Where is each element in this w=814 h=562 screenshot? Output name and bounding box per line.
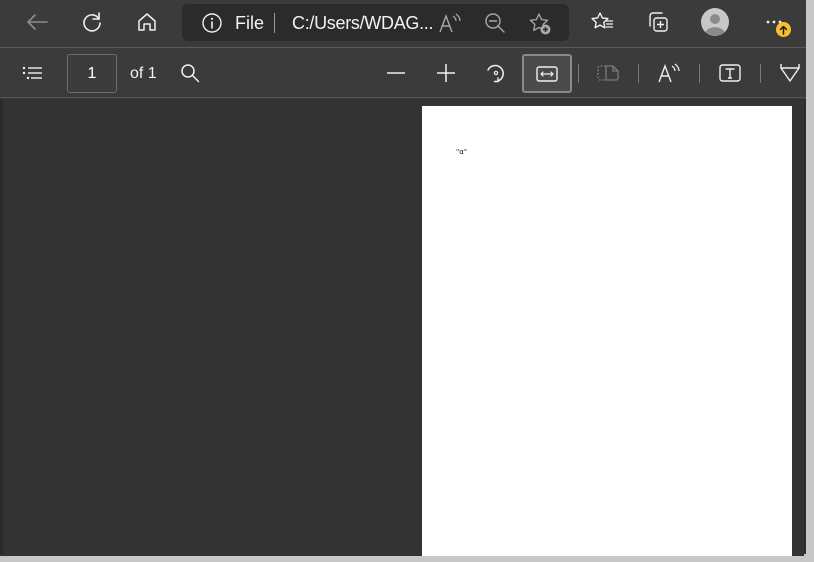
- toolbar-divider: [760, 64, 761, 83]
- address-bar[interactable]: File C:/Users/WDAG...: [182, 4, 569, 41]
- star-add-icon[interactable]: [528, 12, 552, 36]
- fit-to-width-icon: [536, 65, 558, 82]
- browser-toolbar: File C:/Users/WDAG...: [0, 0, 806, 45]
- url-scheme-label: File: [235, 13, 265, 33]
- update-arrow-icon: [779, 25, 788, 35]
- collections-icon: [649, 12, 668, 32]
- toolbar-divider: [638, 64, 639, 83]
- draw-button[interactable]: [772, 55, 808, 91]
- back-button[interactable]: [19, 4, 55, 40]
- rotate-icon: [487, 64, 504, 83]
- minus-icon: [387, 72, 405, 74]
- table-of-contents-icon: [22, 66, 42, 80]
- read-aloud-icon[interactable]: [438, 12, 462, 34]
- read-aloud-button[interactable]: [651, 55, 687, 91]
- read-aloud-icon: [658, 63, 680, 83]
- search-icon: [181, 64, 200, 83]
- refresh-icon: [83, 12, 101, 32]
- draw-icon: [780, 64, 800, 82]
- rotate-button[interactable]: [478, 55, 514, 91]
- page-text: "α": [456, 148, 468, 156]
- zoom-out-button[interactable]: [378, 55, 414, 91]
- refresh-button[interactable]: [74, 4, 110, 40]
- window-right-edge: [806, 0, 814, 562]
- toolbar-divider: [699, 64, 700, 83]
- page-number-input[interactable]: [67, 54, 117, 93]
- pdf-page-bottom: [422, 554, 792, 556]
- fit-to-width-button[interactable]: [522, 54, 572, 93]
- pdf-toolbar: of 1: [0, 47, 806, 98]
- zoom-in-button[interactable]: [428, 55, 464, 91]
- plus-icon: [437, 64, 455, 82]
- collections-button[interactable]: [640, 4, 676, 40]
- pdf-page[interactable]: "α": [422, 106, 792, 562]
- page-view-button[interactable]: [590, 55, 626, 91]
- left-window-edge: [0, 99, 3, 562]
- toolbar-divider: [578, 64, 579, 83]
- two-page-view-icon: [597, 65, 619, 81]
- home-button[interactable]: [129, 4, 165, 40]
- info-icon[interactable]: [202, 13, 222, 33]
- zoom-out-icon[interactable]: [484, 12, 506, 34]
- url-text[interactable]: C:/Users/WDAG...: [292, 13, 434, 34]
- home-icon: [138, 13, 156, 31]
- add-text-button[interactable]: [712, 55, 748, 91]
- page-total-label: of 1: [130, 65, 157, 82]
- favorites-list-icon: [591, 12, 613, 29]
- arrow-left-icon: [27, 14, 48, 30]
- contents-button[interactable]: [15, 55, 51, 91]
- profile-avatar-icon: [701, 8, 729, 36]
- address-divider: [274, 13, 275, 33]
- add-text-icon: [719, 64, 741, 82]
- favorites-button[interactable]: [585, 4, 621, 40]
- update-badge[interactable]: [776, 22, 791, 37]
- search-button[interactable]: [172, 55, 208, 91]
- profile-button[interactable]: [697, 4, 733, 40]
